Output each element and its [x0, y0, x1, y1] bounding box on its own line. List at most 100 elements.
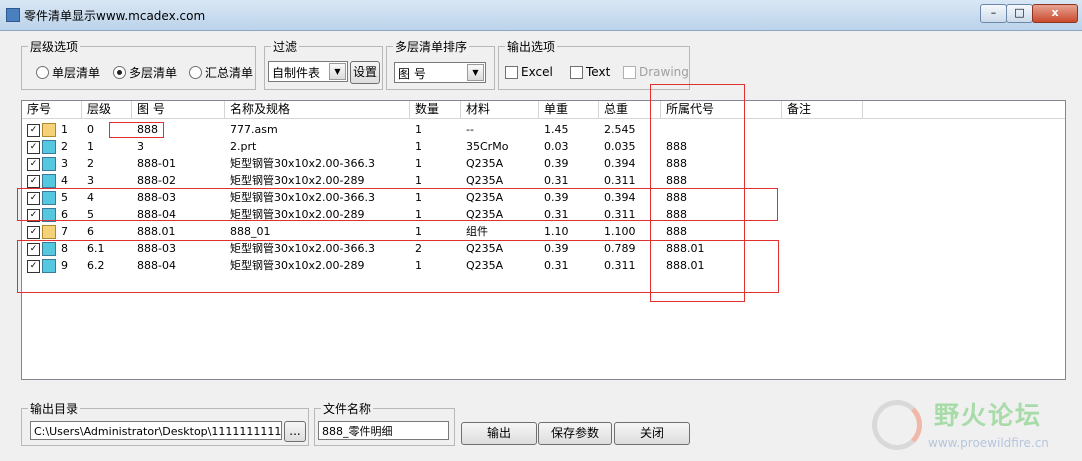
cell-seq: 7 [61, 225, 68, 238]
cell-note [782, 138, 787, 155]
cell-unit-weight: 0.39 [544, 157, 569, 170]
excel-checkbox-box[interactable] [505, 65, 518, 79]
cell-level: 6 [87, 225, 94, 238]
sort-legend: 多层清单排序 [393, 38, 470, 55]
table-row[interactable]: ✓ 1 0 888 777.asm 1 -- 1.45 2.545 [22, 121, 1065, 138]
close-window-button[interactable]: x [1032, 4, 1078, 23]
cell-unit-weight: 1.45 [544, 123, 569, 136]
drawing-checkbox-label: Drawing [639, 65, 689, 79]
cell-unit-weight: 0.31 [544, 174, 569, 187]
cell-total-weight: 0.394 [604, 157, 636, 170]
radio-single-level-dot[interactable] [36, 66, 49, 79]
header-seq[interactable]: 序号 [22, 101, 82, 118]
cell-material: -- [466, 123, 474, 136]
save-params-button[interactable]: 保存参数 [538, 422, 612, 445]
cell-qty: 1 [415, 123, 422, 136]
row-checkbox-checked-icon[interactable]: ✓ [27, 158, 40, 171]
cell-qty: 1 [415, 174, 422, 187]
filter-select-value: 自制件表 [272, 66, 321, 80]
file-name-group: 文件名称 888_零件明细 [314, 400, 455, 446]
radio-multi-level-label: 多层清单 [129, 66, 178, 80]
header-note[interactable]: 备注 [782, 101, 863, 118]
cell-seq: 2 [61, 140, 68, 153]
cell-note [782, 240, 787, 257]
row-checkbox-checked-icon[interactable]: ✓ [27, 175, 40, 188]
title-bar: 零件清单显示www.mcadex.com – □ x [0, 0, 1082, 31]
minimize-button[interactable]: – [980, 4, 1007, 23]
cell-code: 888-01 [137, 157, 176, 170]
close-button[interactable]: 关闭 [614, 422, 690, 445]
table-header: 序号 层级 图 号 名称及规格 数量 材料 单重 总重 所属代号 备注 [22, 101, 1065, 119]
filter-select[interactable]: 自制件表 ▼ [268, 61, 348, 82]
cell-level: 0 [87, 123, 94, 136]
file-name-legend: 文件名称 [321, 400, 374, 417]
excel-checkbox-label: Excel [521, 65, 553, 79]
chevron-down-icon[interactable]: ▼ [329, 63, 346, 80]
header-unit-weight[interactable]: 单重 [539, 101, 599, 118]
header-material[interactable]: 材料 [461, 101, 539, 118]
cell-qty: 1 [415, 140, 422, 153]
cell-total-weight: 1.100 [604, 225, 636, 238]
sort-select[interactable]: 图 号 ▼ [394, 62, 486, 83]
assembly-icon [42, 123, 56, 137]
cell-code: 888-02 [137, 174, 176, 187]
output-button[interactable]: 输出 [461, 422, 537, 445]
table-row[interactable]: ✓ 2 1 3 2.prt 1 35CrMo 0.03 0.035 888 [22, 138, 1065, 155]
part-icon [42, 157, 56, 171]
annotation-rect-parent-column [650, 84, 745, 302]
cell-total-weight: 2.545 [604, 123, 636, 136]
cell-qty: 1 [415, 225, 422, 238]
cell-material: Q235A [466, 174, 504, 187]
watermark-url: www.proewildfire.cn [928, 436, 1049, 450]
output-options-legend: 输出选项 [505, 38, 558, 55]
watermark-logo-icon [872, 400, 922, 450]
cell-seq: 4 [61, 174, 68, 187]
radio-single-level[interactable]: 单层清单 [36, 64, 100, 81]
row-checkbox-checked-icon[interactable]: ✓ [27, 141, 40, 154]
cell-name: 矩型钢管30x10x2.00-366.3 [230, 157, 375, 170]
drawing-checkbox-box [623, 65, 636, 79]
cell-note [782, 223, 787, 240]
file-name-input[interactable]: 888_零件明细 [318, 421, 449, 440]
drawing-checkbox: Drawing [623, 65, 689, 79]
chevron-down-icon[interactable]: ▼ [467, 64, 484, 81]
cell-name: 777.asm [230, 123, 278, 136]
header-qty[interactable]: 数量 [410, 101, 461, 118]
cell-name: 2.prt [230, 140, 257, 153]
cell-total-weight: 0.035 [604, 140, 636, 153]
cell-note [782, 189, 787, 206]
sort-select-value: 图 号 [398, 67, 426, 81]
app-icon [6, 8, 20, 22]
radio-multi-level-dot[interactable] [113, 66, 126, 79]
filter-settings-button[interactable]: 设置 [350, 61, 380, 84]
radio-summary[interactable]: 汇总清单 [189, 64, 253, 81]
cell-code: 888.01 [137, 225, 176, 238]
filter-group: 过滤 自制件表 ▼ 设置 [264, 38, 383, 90]
header-name[interactable]: 名称及规格 [225, 101, 410, 118]
text-checkbox-box[interactable] [570, 65, 583, 79]
output-dir-group: 输出目录 C:\Users\Administrator\Desktop\1111… [21, 400, 309, 446]
text-checkbox[interactable]: Text [570, 65, 610, 79]
row-checkbox-checked-icon[interactable]: ✓ [27, 124, 40, 137]
excel-checkbox[interactable]: Excel [505, 65, 553, 79]
cell-qty: 1 [415, 157, 422, 170]
header-code[interactable]: 图 号 [132, 101, 225, 118]
row-checkbox-checked-icon[interactable]: ✓ [27, 226, 40, 239]
table-row[interactable]: ✓ 7 6 888.01 888_01 1 组件 1.10 1.100 888 [22, 223, 1065, 240]
table-row[interactable]: ✓ 4 3 888-02 矩型钢管30x10x2.00-289 1 Q235A 0.31 0.3… [22, 172, 1065, 189]
radio-multi-level[interactable]: 多层清单 [113, 64, 177, 81]
output-dir-legend: 输出目录 [28, 400, 81, 417]
table-row[interactable]: ✓ 3 2 888-01 矩型钢管30x10x2.00-366.3 1 Q235A 0.39 0… [22, 155, 1065, 172]
maximize-button[interactable]: □ [1006, 4, 1033, 23]
header-level[interactable]: 层级 [82, 101, 132, 118]
level-options-legend: 层级选项 [28, 38, 81, 55]
cell-seq: 3 [61, 157, 68, 170]
sort-group: 多层清单排序 图 号 ▼ [386, 38, 495, 90]
output-dir-input[interactable]: C:\Users\Administrator\Desktop\111111111… [30, 421, 282, 440]
browse-button[interactable]: ... [284, 421, 306, 442]
radio-summary-dot[interactable] [189, 66, 202, 79]
assembly-icon [42, 225, 56, 239]
cell-material: 组件 [466, 225, 488, 238]
cell-unit-weight: 0.03 [544, 140, 569, 153]
cell-material: 35CrMo [466, 140, 509, 153]
